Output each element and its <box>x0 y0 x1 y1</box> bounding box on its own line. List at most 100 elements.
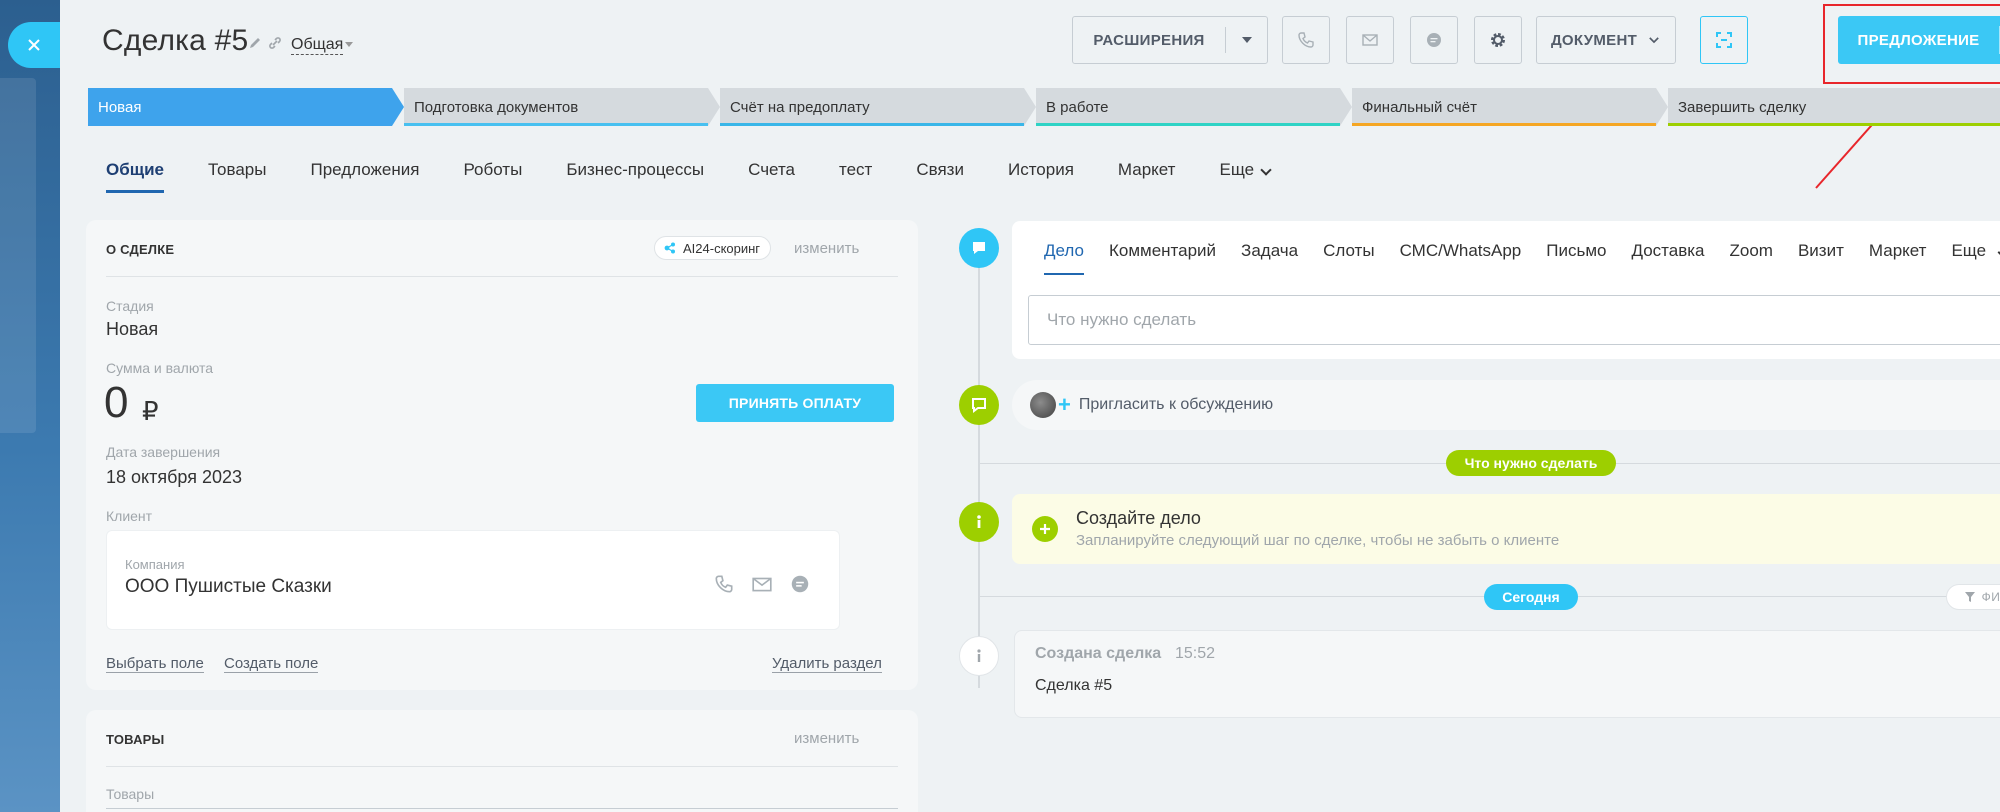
tab-links[interactable]: Связи <box>916 160 964 194</box>
invite-bar[interactable]: + Пригласить к обсуждению <box>1012 380 2000 430</box>
divider <box>106 276 898 277</box>
document-button[interactable]: ДОКУМЕНТ <box>1536 16 1676 64</box>
offer-button[interactable]: ПРЕДЛОЖЕНИЕ <box>1838 16 2000 64</box>
ai-icon <box>664 242 675 254</box>
stage-final-invoice[interactable]: Финальный счёт <box>1352 88 1668 126</box>
stage-value[interactable]: Новая <box>106 319 158 340</box>
stage-in-work[interactable]: В работе <box>1036 88 1352 126</box>
chat-button[interactable] <box>1410 16 1458 64</box>
client-label: Клиент <box>106 508 153 524</box>
client-contact-actions <box>713 573 811 595</box>
pencil-icon[interactable] <box>248 36 262 50</box>
delete-section-link[interactable]: Удалить раздел <box>772 655 882 673</box>
email-button[interactable] <box>1346 16 1394 64</box>
edit-link[interactable]: изменить <box>794 730 859 747</box>
activity-tabs: Дело Комментарий Задача Слоты СМС/WhatsA… <box>1044 241 2000 275</box>
task-input[interactable]: Что нужно сделать <box>1028 295 2000 345</box>
filter-button[interactable]: ФИЛЬТР <box>1946 584 2000 610</box>
stage-color-bar <box>1352 123 1656 126</box>
offer-label: ПРЕДЛОЖЕНИЕ <box>1857 31 1980 49</box>
mail-icon[interactable] <box>751 573 773 595</box>
caret-down-icon <box>1242 37 1252 43</box>
stage-color-bar <box>404 123 708 126</box>
mail-icon <box>1362 34 1378 46</box>
stage-prepay[interactable]: Счёт на предоплату <box>720 88 1036 126</box>
stage-close-deal[interactable]: Завершить сделку <box>1668 88 2000 126</box>
tab-market[interactable]: Маркет <box>1118 160 1176 194</box>
stage-label: Новая <box>98 98 142 116</box>
info-dot <box>959 502 999 542</box>
tab-more[interactable]: Еще <box>1951 241 2000 275</box>
date-value[interactable]: 18 октября 2023 <box>106 467 242 488</box>
tab-email[interactable]: Письмо <box>1546 241 1606 275</box>
call-button[interactable] <box>1282 16 1330 64</box>
stage-label: Стадия <box>106 298 154 314</box>
tab-invoices[interactable]: Счета <box>748 160 795 194</box>
close-icon <box>28 39 40 51</box>
create-field-link[interactable]: Создать поле <box>224 655 319 673</box>
close-button[interactable] <box>8 22 60 68</box>
info-icon <box>977 515 981 528</box>
tab-test[interactable]: тест <box>839 160 872 194</box>
info-icon <box>977 649 981 662</box>
stage-new[interactable]: Новая <box>88 88 404 126</box>
tab-business-processes[interactable]: Бизнес-процессы <box>566 160 704 194</box>
tab-more[interactable]: Еще <box>1219 160 1272 194</box>
tab-comment[interactable]: Комментарий <box>1109 241 1216 275</box>
tab-general[interactable]: Общие <box>106 160 164 194</box>
scan-button[interactable] <box>1700 16 1748 64</box>
gear-icon <box>1491 33 1505 47</box>
title-actions <box>248 36 282 50</box>
avatar <box>1030 392 1056 418</box>
tab-delivery[interactable]: Доставка <box>1631 241 1704 275</box>
tab-robots[interactable]: Роботы <box>463 160 522 194</box>
company-name[interactable]: ООО Пушистые Сказки <box>125 576 332 598</box>
category-selector[interactable]: Общая <box>291 36 344 55</box>
extensions-button[interactable]: РАСШИРЕНИЯ <box>1072 16 1268 64</box>
chevron-down-icon <box>345 42 353 47</box>
comment-icon <box>973 242 985 254</box>
phone-icon[interactable] <box>713 573 735 595</box>
tab-products[interactable]: Товары <box>208 160 266 194</box>
chevron-down-icon <box>1260 164 1272 176</box>
tab-history[interactable]: История <box>1008 160 1074 194</box>
chevron-down-icon <box>1649 37 1659 44</box>
tab-slots[interactable]: Слоты <box>1323 241 1374 275</box>
stage-docs[interactable]: Подготовка документов <box>404 88 720 126</box>
stage-bar: Новая Подготовка документов Счёт на пред… <box>88 88 2000 128</box>
settings-button[interactable] <box>1474 16 1522 64</box>
products-field-border <box>106 808 898 809</box>
tab-task[interactable]: Дело <box>1044 241 1084 275</box>
filter-label: ФИЛЬТР <box>1981 590 2000 604</box>
create-task-card[interactable]: Создайте дело Запланируйте следующий шаг… <box>1012 494 2000 564</box>
sum-value[interactable]: 0 <box>104 378 128 428</box>
tab-bar: Общие Товары Предложения Роботы Бизнес-п… <box>106 160 1314 194</box>
sidebar-panel <box>0 78 36 433</box>
link-icon[interactable] <box>268 36 282 50</box>
todo-title: Создайте дело <box>1076 508 1201 528</box>
tab-zoom[interactable]: Zoom <box>1730 241 1773 275</box>
invite-label: Пригласить к обсуждению <box>1078 396 1274 413</box>
document-label: ДОКУМЕНТ <box>1550 31 1638 49</box>
edit-link[interactable]: изменить <box>794 240 859 257</box>
products-label: Товары <box>106 786 155 802</box>
stage-color-bar <box>720 123 1024 126</box>
tab-market[interactable]: Маркет <box>1869 241 1927 275</box>
history-text[interactable]: Сделка #5 <box>1035 677 1112 695</box>
extensions-dropdown[interactable] <box>1225 37 1269 43</box>
tab-sms[interactable]: СМС/WhatsApp <box>1400 241 1522 275</box>
activity-dot <box>959 228 999 268</box>
today-pill: Сегодня <box>1484 584 1578 610</box>
tab-more-label: Еще <box>1951 241 1987 260</box>
page-title: Сделка #5 <box>102 24 249 57</box>
accept-payment-button[interactable]: ПРИНЯТЬ ОПЛАТУ <box>696 384 894 422</box>
select-field-link[interactable]: Выбрать поле <box>106 655 204 673</box>
comment-dot <box>959 385 999 425</box>
tab-visit[interactable]: Визит <box>1798 241 1844 275</box>
stage-label: Счёт на предоплату <box>730 98 870 116</box>
tab-assignment[interactable]: Задача <box>1241 241 1298 275</box>
ai-chip-label: AI24-скоринг <box>683 240 761 256</box>
chat-icon[interactable] <box>789 573 811 595</box>
ai-scoring-chip[interactable]: AI24-скоринг <box>654 236 772 260</box>
tab-offers[interactable]: Предложения <box>310 160 419 194</box>
